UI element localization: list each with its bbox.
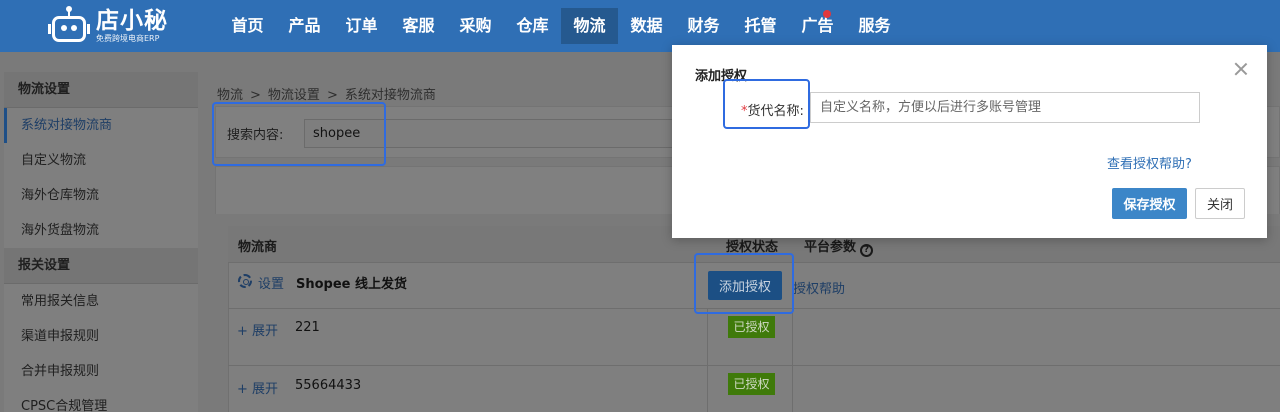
column-divider	[707, 308, 708, 412]
column-header-params-label: 平台参数	[804, 240, 857, 255]
column-divider	[792, 308, 793, 412]
nav-orders[interactable]: 订单	[333, 8, 390, 44]
settings-link[interactable]: 设置	[258, 273, 284, 292]
highlight-box-search	[212, 102, 386, 166]
sidebar-group-logistics: 物流设置	[4, 72, 198, 108]
logo-title: 店小秘	[96, 8, 168, 34]
gear-icon[interactable]	[238, 274, 252, 288]
nav-hosting[interactable]: 托管	[732, 8, 789, 44]
account-name: 55664433	[295, 378, 362, 393]
highlight-box-add-auth	[694, 253, 794, 314]
breadcrumb-logistics[interactable]: 物流	[217, 88, 243, 103]
sidebar-item-overseas-pallet[interactable]: 海外货盘物流	[4, 213, 198, 248]
nav-customer-service[interactable]: 客服	[390, 8, 447, 44]
sidebar-item-merge-rules[interactable]: 合并申报规则	[4, 354, 198, 389]
nav-services[interactable]: 服务	[846, 8, 903, 44]
sidebar: 物流设置 系统对接物流商 自定义物流 海外仓库物流 海外货盘物流 报关设置 常用…	[4, 72, 198, 412]
logo-subtitle: 免费跨境电商ERP	[96, 34, 160, 43]
breadcrumb: 物流 > 物流设置 > 系统对接物流商	[217, 88, 436, 103]
nav-ads[interactable]: 广告	[789, 8, 846, 44]
breadcrumb-current: 系统对接物流商	[344, 88, 436, 103]
sidebar-item-customs-info[interactable]: 常用报关信息	[4, 284, 198, 319]
logo[interactable]: 店小秘 免费跨境电商ERP	[48, 5, 168, 47]
highlight-box-forwarder-label	[723, 79, 810, 129]
status-badge: 已授权	[728, 373, 775, 395]
sidebar-item-overseas-warehouse[interactable]: 海外仓库物流	[4, 178, 198, 213]
help-icon[interactable]: ?	[860, 244, 874, 257]
nav-finance[interactable]: 财务	[675, 8, 732, 44]
robot-logo-icon	[48, 6, 90, 46]
breadcrumb-logistics-settings[interactable]: 物流设置	[268, 88, 320, 103]
view-auth-help-link[interactable]: 查看授权帮助?	[1107, 153, 1192, 172]
account-name: 221	[295, 320, 320, 335]
sidebar-item-custom-logistics[interactable]: 自定义物流	[4, 143, 198, 178]
notification-dot	[823, 10, 831, 18]
provider-name: Shopee 线上发货	[296, 277, 408, 292]
nav-home[interactable]: 首页	[219, 8, 276, 44]
nav-logistics[interactable]: 物流	[561, 8, 618, 44]
close-button[interactable]: 关闭	[1195, 188, 1245, 219]
sidebar-item-cpsc[interactable]: CPSC合规管理	[4, 389, 198, 412]
status-badge: 已授权	[728, 316, 775, 338]
nav-warehouse[interactable]: 仓库	[504, 8, 561, 44]
close-icon[interactable]	[1234, 62, 1248, 76]
expand-toggle[interactable]: + 展开	[237, 320, 278, 339]
sidebar-item-channel-rules[interactable]: 渠道申报规则	[4, 319, 198, 354]
nav-ads-label: 广告	[801, 16, 834, 35]
nav-products[interactable]: 产品	[276, 8, 333, 44]
add-authorization-modal: 添加授权 *货代名称: 查看授权帮助? 保存授权 关闭	[672, 45, 1267, 238]
expand-toggle[interactable]: + 展开	[237, 378, 278, 397]
authorization-help-link[interactable]: 授权帮助	[793, 278, 845, 297]
nav-data[interactable]: 数据	[618, 8, 675, 44]
sidebar-group-customs: 报关设置	[4, 248, 198, 284]
sidebar-item-system-carriers[interactable]: 系统对接物流商	[4, 108, 198, 143]
row-divider	[228, 365, 1280, 366]
column-header-provider: 物流商	[238, 240, 278, 255]
forwarder-name-input[interactable]	[810, 92, 1200, 123]
save-authorization-button[interactable]: 保存授权	[1112, 188, 1187, 219]
column-header-params: 平台参数?	[804, 236, 874, 257]
nav-purchasing[interactable]: 采购	[447, 8, 504, 44]
